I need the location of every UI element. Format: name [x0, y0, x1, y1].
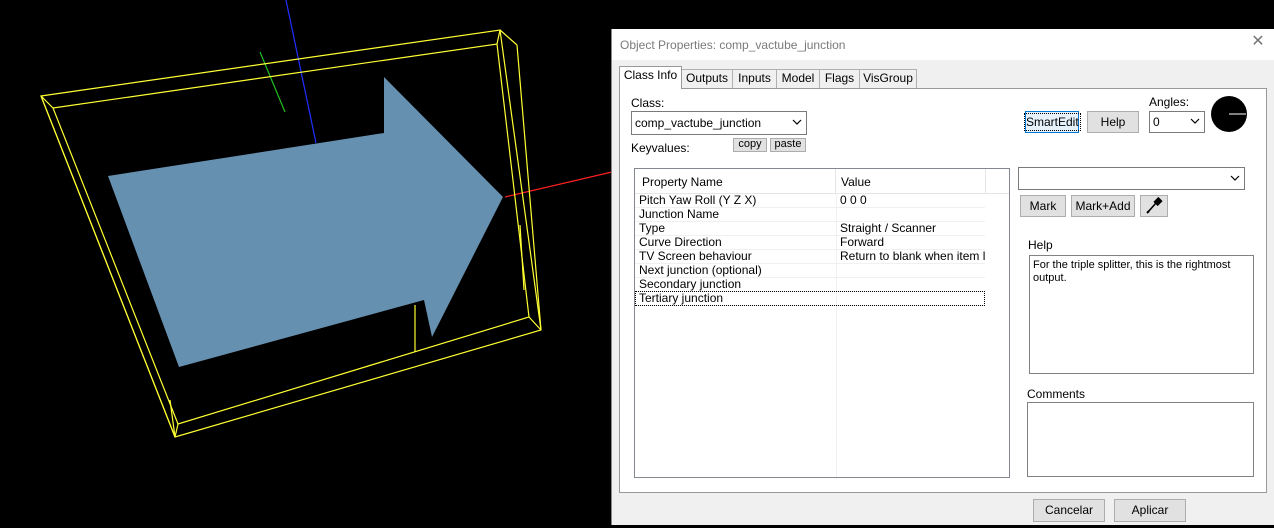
table-row[interactable]: Pitch Yaw Roll (Y Z X) 0 0 0 [635, 193, 985, 208]
tab-flags[interactable]: Flags [819, 69, 860, 88]
chevron-down-icon [792, 119, 802, 125]
help-text: For the triple splitter, this is the rig… [1033, 259, 1231, 284]
mark-add-button[interactable]: Mark+Add [1071, 195, 1135, 217]
object-properties-dialog: Object Properties: comp_vactube_junction… [611, 29, 1274, 525]
class-info-panel: Class: comp_vactube_junction Keyvalues: … [619, 88, 1267, 493]
row-key: Next junction (optional) [639, 263, 762, 277]
class-combo[interactable]: comp_vactube_junction [631, 111, 807, 135]
row-key: Junction Name [639, 207, 720, 221]
cancel-button[interactable]: Cancelar [1033, 499, 1105, 522]
class-combo-value: comp_vactube_junction [635, 116, 762, 130]
row-key: Type [639, 221, 666, 235]
tab-class-info[interactable]: Class Info [619, 66, 682, 89]
angle-dial-icon[interactable] [1210, 95, 1248, 133]
table-row[interactable]: TV Screen behaviour Return to blank when … [635, 249, 985, 264]
row-value: 0 0 0 [840, 193, 867, 207]
value-combo[interactable] [1018, 167, 1245, 190]
header-property-name[interactable]: Property Name [642, 175, 723, 189]
table-row[interactable]: Curve Direction Forward [635, 235, 985, 250]
table-row[interactable]: Type Straight / Scanner [635, 221, 985, 236]
row-key: Curve Direction [639, 235, 722, 249]
row-value: Forward [840, 235, 885, 249]
copy-button[interactable]: copy [733, 138, 767, 152]
title-bar: Object Properties: comp_vactube_junction… [612, 29, 1274, 60]
comments-textbox[interactable] [1027, 402, 1254, 477]
dialog-title: Object Properties: comp_vactube_junction [620, 38, 846, 52]
chevron-down-icon [1230, 175, 1240, 181]
comments-heading: Comments [1027, 387, 1086, 401]
grid-header: Property Name Value [635, 169, 1009, 194]
help-button[interactable]: Help [1087, 111, 1139, 133]
viewport-canvas [40, 0, 613, 438]
table-row[interactable]: Junction Name [635, 207, 985, 222]
comments-text [1028, 403, 1253, 409]
keyvalues-label: Keyvalues: [631, 141, 690, 155]
angles-value: 0 [1153, 115, 1160, 129]
smartedit-label: SmartEdit [1024, 113, 1081, 131]
apply-button[interactable]: Aplicar [1114, 499, 1186, 522]
class-label: Class: [631, 96, 665, 110]
smartedit-button[interactable]: SmartEdit [1024, 111, 1081, 133]
table-row[interactable]: Next junction (optional) [635, 263, 985, 278]
row-value: Straight / Scanner [840, 221, 937, 235]
table-row[interactable]: Secondary junction [635, 277, 985, 292]
row-value: Return to blank when item leav [840, 249, 985, 263]
header-value[interactable]: Value [841, 175, 871, 189]
tab-visgroup[interactable]: VisGroup [859, 69, 917, 88]
3d-viewport[interactable] [0, 0, 613, 525]
tab-model[interactable]: Model [776, 69, 820, 88]
z-axis [285, 0, 317, 144]
close-icon[interactable]: ✕ [1251, 34, 1265, 50]
row-key: Tertiary junction [639, 291, 724, 305]
help-heading: Help [1028, 238, 1053, 252]
arrow-shape [108, 77, 503, 367]
table-row-selected[interactable]: Tertiary junction [635, 291, 985, 306]
angles-label: Angles: [1149, 95, 1190, 109]
paste-button[interactable]: paste [770, 138, 806, 152]
help-textbox[interactable]: For the triple splitter, this is the rig… [1029, 255, 1254, 374]
tab-inputs[interactable]: Inputs [732, 69, 777, 88]
chevron-down-icon [1190, 118, 1200, 124]
row-key: Pitch Yaw Roll (Y Z X) [639, 193, 757, 207]
eyedropper-button[interactable] [1140, 195, 1168, 217]
row-key: TV Screen behaviour [639, 249, 752, 263]
tab-outputs[interactable]: Outputs [681, 69, 733, 88]
row-key: Secondary junction [639, 277, 742, 291]
keyvalues-grid[interactable]: Property Name Value Pitch Yaw Roll (Y Z … [634, 168, 1010, 478]
mark-button[interactable]: Mark [1020, 195, 1066, 217]
angles-combo[interactable]: 0 [1149, 111, 1205, 133]
eyedropper-icon [1146, 196, 1163, 214]
